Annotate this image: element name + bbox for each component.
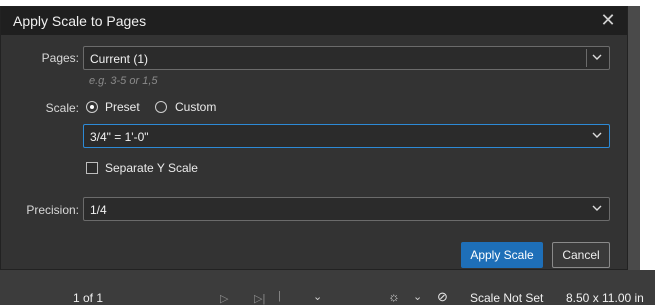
separate-y-checkbox[interactable] bbox=[86, 162, 98, 174]
chevron-down-icon bbox=[592, 132, 602, 138]
scroll-track bbox=[628, 6, 640, 270]
pages-value: Current (1) bbox=[90, 52, 149, 66]
chevron-down-icon[interactable]: ⌄ bbox=[313, 290, 322, 303]
close-icon[interactable]: ✕ bbox=[599, 11, 617, 29]
scale-label: Scale: bbox=[45, 101, 79, 115]
custom-radio[interactable] bbox=[155, 101, 167, 113]
page-indicator[interactable]: 1 of 1 bbox=[73, 291, 103, 305]
apply-scale-button[interactable]: Apply Scale bbox=[461, 242, 543, 268]
preset-radio[interactable] bbox=[86, 101, 98, 113]
chevron-down-icon bbox=[592, 54, 602, 60]
scale-status[interactable]: Scale Not Set bbox=[470, 291, 543, 305]
scale-preset-select[interactable]: 3/4" = 1'-0" bbox=[83, 124, 610, 148]
next-page-icon[interactable]: ▷ bbox=[220, 292, 228, 305]
apply-scale-dialog: Apply Scale to Pages ✕ Pages: Current (1… bbox=[0, 6, 628, 270]
custom-radio-label[interactable]: Custom bbox=[175, 100, 216, 114]
pages-label: Pages: bbox=[41, 51, 79, 65]
status-bar: 1 of 1 ▷ ▷| | ⌄ ☼ ⌄ ⊘ Scale Not Set 8.50… bbox=[0, 270, 655, 305]
pages-select[interactable]: Current (1) bbox=[83, 46, 610, 70]
dialog-title: Apply Scale to Pages bbox=[13, 13, 147, 29]
right-background bbox=[628, 0, 655, 270]
last-page-icon[interactable]: ▷| bbox=[254, 292, 265, 305]
dialog-titlebar: Apply Scale to Pages ✕ bbox=[1, 7, 627, 35]
scale-preset-value: 3/4" = 1'-0" bbox=[90, 130, 149, 144]
select-divider bbox=[586, 49, 587, 67]
preset-radio-label[interactable]: Preset bbox=[105, 100, 140, 114]
chevron-down-icon bbox=[592, 205, 602, 211]
calibrate-icon[interactable]: ⊘ bbox=[437, 289, 448, 305]
divider-icon: | bbox=[278, 290, 281, 302]
precision-label: Precision: bbox=[26, 203, 79, 217]
cancel-button[interactable]: Cancel bbox=[552, 242, 610, 268]
precision-value: 1/4 bbox=[90, 203, 107, 217]
separate-y-label[interactable]: Separate Y Scale bbox=[105, 161, 198, 175]
pages-hint: e.g. 3-5 or 1,5 bbox=[89, 75, 158, 87]
page-size: 8.50 x 11.00 in bbox=[566, 291, 644, 305]
brightness-icon[interactable]: ☼ bbox=[388, 289, 400, 304]
precision-select[interactable]: 1/4 bbox=[83, 197, 610, 221]
chevron-down-icon[interactable]: ⌄ bbox=[413, 290, 422, 303]
